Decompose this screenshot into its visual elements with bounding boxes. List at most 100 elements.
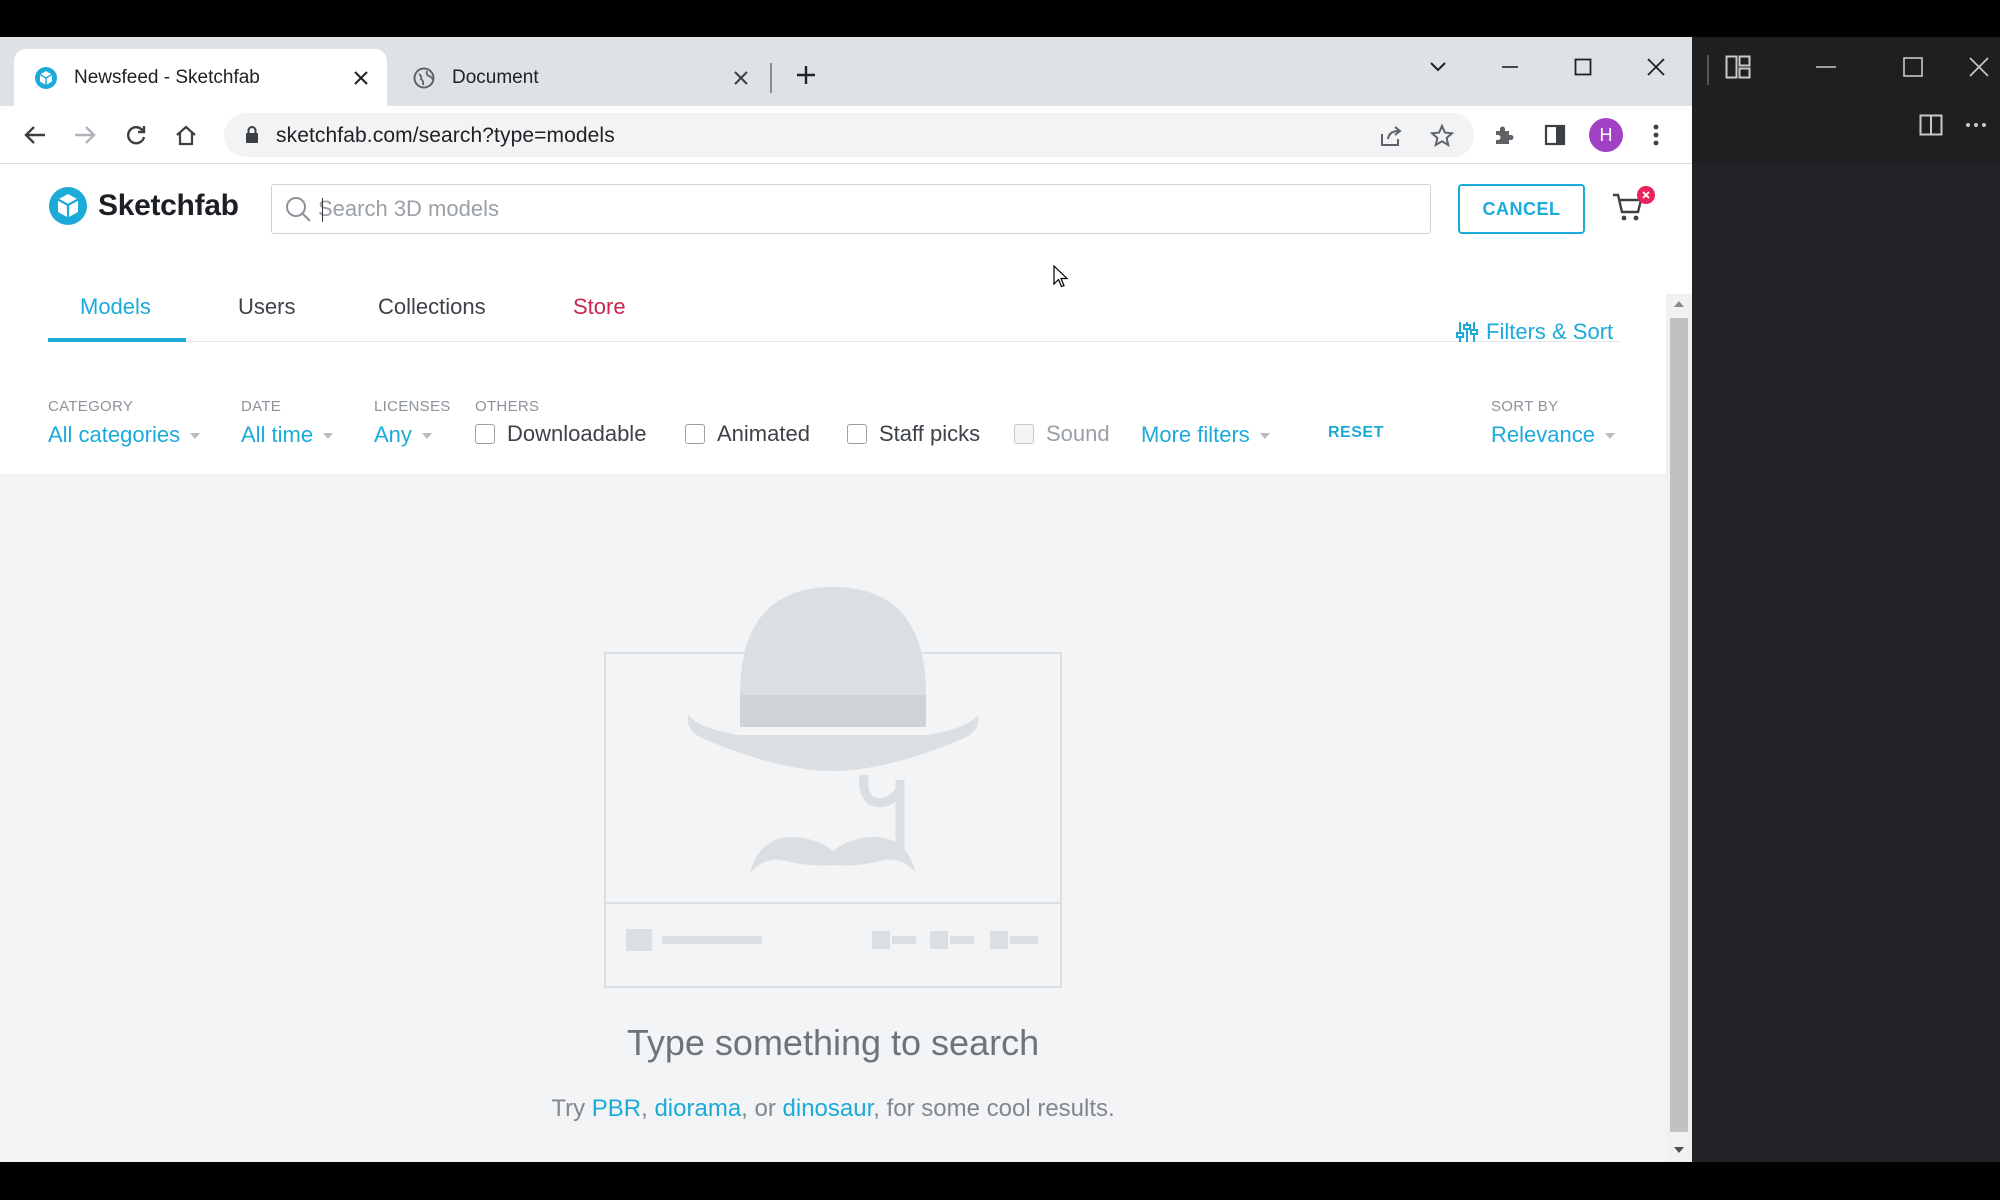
tab-title: Newsfeed - Sketchfab xyxy=(74,66,260,88)
back-button[interactable] xyxy=(16,116,54,154)
close-tab-icon[interactable] xyxy=(347,64,375,92)
tab-models[interactable]: Models xyxy=(80,294,151,342)
cart-badge xyxy=(1637,186,1655,204)
sound-label: Sound xyxy=(1046,421,1110,446)
browser-window: Newsfeed - Sketchfab Document sketchfab.… xyxy=(0,37,1692,1162)
scrollbar-thumb[interactable] xyxy=(1670,318,1688,1132)
downloadable-label: Downloadable xyxy=(507,421,647,446)
checkbox-box xyxy=(685,424,705,444)
home-icon[interactable] xyxy=(167,116,205,154)
animated-checkbox[interactable]: Animated xyxy=(685,421,810,447)
profile-avatar[interactable]: H xyxy=(1587,116,1625,154)
tab-search-button[interactable] xyxy=(1406,45,1470,89)
empty-state-title: Type something to search xyxy=(626,1022,1040,1063)
date-dropdown[interactable]: All time xyxy=(241,422,334,448)
background-window-content xyxy=(1692,163,2000,1162)
forward-button[interactable] xyxy=(66,116,104,154)
new-tab-button[interactable] xyxy=(790,59,822,91)
text-caret xyxy=(322,198,323,222)
side-panel-icon[interactable] xyxy=(1536,116,1574,154)
tab-users[interactable]: Users xyxy=(238,294,295,342)
globe-icon xyxy=(412,66,436,90)
tab-document[interactable]: Document xyxy=(392,49,767,106)
close-window-button[interactable] xyxy=(1959,47,1999,87)
checkbox-box xyxy=(1014,424,1034,444)
checkbox-box xyxy=(847,424,867,444)
extensions-puzzle-icon[interactable] xyxy=(1485,116,1523,154)
licenses-value: Any xyxy=(374,422,412,447)
maximize-button[interactable] xyxy=(1893,47,1933,87)
licenses-dropdown[interactable]: Any xyxy=(374,422,432,448)
tab-title: Document xyxy=(452,66,539,88)
hint-suffix: , for some cool results. xyxy=(873,1095,1115,1122)
sound-checkbox[interactable]: Sound xyxy=(1014,421,1110,447)
staff-picks-checkbox[interactable]: Staff picks xyxy=(847,421,980,447)
filters-sort-button[interactable]: Filters & Sort xyxy=(1456,319,1613,345)
logo-text: Sketchfab xyxy=(98,189,239,222)
suggestion-link-dinosaur[interactable]: dinosaur xyxy=(783,1095,874,1122)
divider xyxy=(1707,55,1709,85)
checkbox-box xyxy=(475,424,495,444)
sketchfab-logo[interactable]: Sketchfab xyxy=(48,186,239,226)
share-icon[interactable] xyxy=(1376,121,1406,151)
hint-separator: , xyxy=(641,1095,655,1122)
search-box[interactable] xyxy=(271,184,1431,234)
search-type-tabs: Models Users Collections Store xyxy=(48,294,1620,342)
address-bar[interactable]: sketchfab.com/search?type=models xyxy=(224,113,1474,157)
page-scrollbar[interactable] xyxy=(1666,294,1692,1162)
licenses-label: LICENSES xyxy=(374,398,451,415)
mouse-cursor-icon xyxy=(1053,265,1069,288)
tab-store[interactable]: Store xyxy=(573,294,626,342)
split-view-icon[interactable] xyxy=(1911,105,1951,145)
tab-separator xyxy=(770,63,772,93)
results-area: Type something to search Try PBR, dioram… xyxy=(0,474,1666,1162)
suggestion-link-diorama[interactable]: diorama xyxy=(654,1095,741,1122)
minimize-button[interactable] xyxy=(1478,45,1542,89)
hint-separator: , or xyxy=(741,1095,783,1122)
scroll-down-arrow-icon[interactable] xyxy=(1674,1146,1684,1154)
more-filters-dropdown[interactable]: More filters xyxy=(1141,422,1270,448)
downloadable-checkbox[interactable]: Downloadable xyxy=(475,421,646,447)
more-filters-label: More filters xyxy=(1141,422,1250,447)
url-text: sketchfab.com/search?type=models xyxy=(276,124,615,147)
bookmark-star-icon[interactable] xyxy=(1427,121,1457,151)
category-dropdown[interactable]: All categories xyxy=(48,422,201,448)
filters-sort-label: Filters & Sort xyxy=(1486,319,1614,344)
sort-by-value: Relevance xyxy=(1491,422,1595,447)
maximize-button[interactable] xyxy=(1551,45,1615,89)
sliders-icon xyxy=(1456,322,1478,342)
background-window xyxy=(1692,37,2000,1162)
category-label: CATEGORY xyxy=(48,398,134,415)
sort-by-dropdown[interactable]: Relevance xyxy=(1491,422,1615,448)
more-options-icon[interactable] xyxy=(1956,105,1996,145)
animated-label: Animated xyxy=(717,421,810,446)
lock-icon[interactable] xyxy=(244,125,260,150)
sort-by-label: SORT BY xyxy=(1491,398,1559,415)
others-label: OTHERS xyxy=(475,398,540,415)
search-icon xyxy=(284,195,312,228)
background-window-titlebar xyxy=(1692,37,2000,163)
reset-button[interactable]: RESET xyxy=(1328,424,1384,442)
scroll-up-arrow-icon[interactable] xyxy=(1674,300,1684,308)
layout-snap-icon[interactable] xyxy=(1718,47,1758,87)
tab-strip: Newsfeed - Sketchfab Document xyxy=(0,37,1692,106)
cancel-button[interactable]: CANCEL xyxy=(1458,184,1585,234)
reload-icon[interactable] xyxy=(117,116,155,154)
close-tab-icon[interactable] xyxy=(727,64,755,92)
sketchfab-page: Sketchfab CANCEL Models Users Collecti xyxy=(0,164,1692,1162)
hint-prefix: Try xyxy=(551,1095,592,1122)
sketchfab-logo-icon xyxy=(49,187,87,225)
minimize-button[interactable] xyxy=(1806,47,1846,87)
search-input[interactable] xyxy=(318,191,1418,227)
chevron-down-icon xyxy=(190,433,201,439)
tab-collections[interactable]: Collections xyxy=(378,294,486,342)
avatar: H xyxy=(1589,118,1623,152)
close-window-button[interactable] xyxy=(1624,45,1688,89)
tab-newsfeed-sketchfab[interactable]: Newsfeed - Sketchfab xyxy=(14,49,387,106)
active-tab-indicator xyxy=(48,338,186,342)
chevron-down-icon xyxy=(1604,433,1615,439)
suggestion-link-pbr[interactable]: PBR xyxy=(592,1095,641,1122)
screen: Newsfeed - Sketchfab Document sketchfab.… xyxy=(0,0,2000,1200)
chrome-menu-icon[interactable] xyxy=(1637,116,1675,154)
staff-picks-label: Staff picks xyxy=(879,421,981,446)
